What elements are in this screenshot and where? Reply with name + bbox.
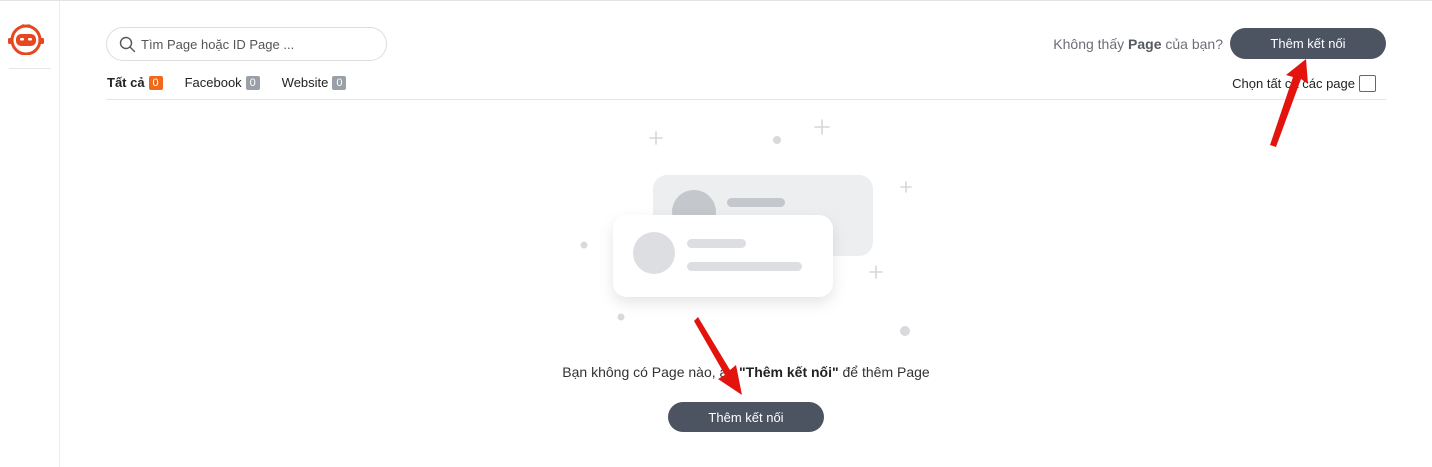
tab-facebook[interactable]: Facebook 0	[185, 75, 260, 90]
tab-label: Tất cả	[107, 75, 145, 90]
hint-prefix: Không thấy	[1053, 36, 1129, 52]
hint-suffix: của bạn?	[1161, 36, 1223, 52]
filter-tabs: Tất cả 0 Facebook 0 Website 0	[107, 75, 368, 90]
search-input[interactable]	[141, 36, 371, 52]
empty-prefix: Bạn không có Page nào, ấn	[562, 364, 739, 380]
tab-label: Website	[281, 75, 329, 90]
select-all[interactable]: Chọn tất cả các page	[1232, 75, 1376, 92]
empty-state-illustration	[560, 111, 930, 351]
select-all-label: Chọn tất cả các page	[1232, 76, 1355, 91]
search-box[interactable]	[106, 27, 387, 61]
count-badge: 0	[245, 75, 260, 90]
empty-suffix: để thêm Page	[838, 364, 930, 380]
count-badge: 0	[148, 75, 163, 90]
missing-page-hint: Không thấy Page của bạn?	[1053, 36, 1223, 52]
left-rail	[0, 1, 60, 467]
tab-website[interactable]: Website 0	[282, 75, 347, 90]
tab-all[interactable]: Tất cả 0	[107, 75, 163, 90]
logo-icon[interactable]	[6, 23, 46, 56]
rail-divider	[9, 68, 51, 69]
count-badge: 0	[332, 75, 347, 90]
empty-add-connection-button[interactable]: Thêm kết nối	[668, 402, 824, 432]
app: Không thấy Page của bạn? Thêm kết nối Tấ…	[0, 0, 1432, 467]
hint-bold: Page	[1128, 36, 1162, 52]
tabs-divider	[106, 99, 1386, 100]
add-connection-button[interactable]: Thêm kết nối	[1230, 28, 1386, 59]
search-icon	[119, 36, 136, 52]
tab-label: Facebook	[184, 75, 242, 90]
empty-bold: "Thêm kết nối"	[739, 364, 839, 380]
annotation-arrow-icon	[1270, 59, 1308, 147]
select-all-checkbox[interactable]	[1359, 75, 1376, 92]
empty-state-message: Bạn không có Page nào, ấn "Thêm kết nối"…	[0, 364, 1432, 380]
